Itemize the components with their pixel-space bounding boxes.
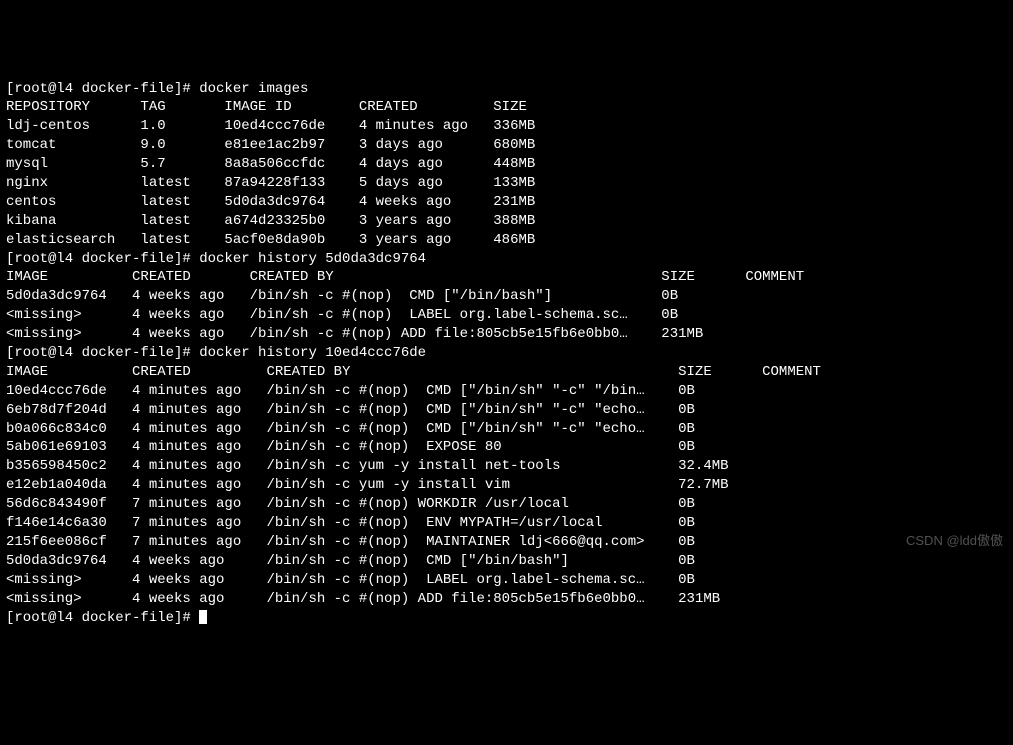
cursor: [199, 610, 207, 624]
terminal-output[interactable]: [root@l4 docker-file]# docker images REP…: [6, 80, 1007, 628]
watermark: CSDN @ldd傲傲: [906, 532, 1003, 550]
